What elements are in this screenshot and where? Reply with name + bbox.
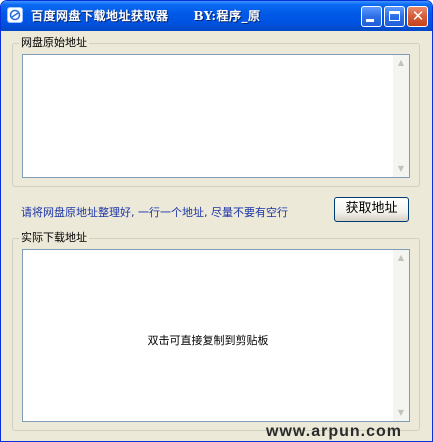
maximize-button[interactable]	[384, 6, 405, 27]
instruction-text: 请将网盘原地址整理好, 一行一个地址, 尽量不要有空行	[21, 206, 288, 219]
close-button[interactable]: ✕	[407, 6, 428, 27]
scroll-up-arrow-icon[interactable]: ▲	[393, 55, 409, 71]
minimize-button[interactable]	[361, 6, 382, 27]
maximize-icon	[389, 11, 400, 21]
app-window: 百度网盘下载地址获取器 BY:程序_原 ✕ 网盘原始地址 ▲ ▼ 请将网盘原地址…	[0, 0, 433, 442]
scroll-down-arrow-icon[interactable]: ▼	[393, 405, 409, 421]
result-address-output[interactable]: 双击可直接复制到剪贴板 ▲ ▼	[22, 249, 410, 422]
watermark-text: www.arpun.com	[266, 423, 402, 440]
result-vertical-scrollbar[interactable]: ▲ ▼	[393, 250, 409, 421]
minimize-icon	[366, 19, 374, 22]
source-address-input[interactable]: ▲ ▼	[22, 54, 410, 178]
result-address-label: 实际下载地址	[19, 231, 89, 245]
title-bar[interactable]: 百度网盘下载地址获取器 BY:程序_原 ✕	[1, 1, 432, 31]
copy-hint-message: 双击可直接复制到剪贴板	[147, 334, 269, 347]
source-address-group: 网盘原始地址 ▲ ▼	[12, 36, 420, 187]
source-vertical-scrollbar[interactable]: ▲ ▼	[393, 55, 409, 177]
window-title: 百度网盘下载地址获取器 BY:程序_原	[31, 9, 261, 23]
fetch-address-button[interactable]: 获取地址	[334, 197, 409, 222]
scroll-down-arrow-icon[interactable]: ▼	[393, 161, 409, 177]
app-logo-icon[interactable]	[7, 7, 23, 23]
result-address-group: 实际下载地址 双击可直接复制到剪贴板 ▲ ▼	[12, 231, 420, 431]
scroll-up-arrow-icon[interactable]: ▲	[393, 250, 409, 266]
close-icon: ✕	[411, 7, 425, 25]
source-address-label: 网盘原始地址	[19, 36, 89, 50]
